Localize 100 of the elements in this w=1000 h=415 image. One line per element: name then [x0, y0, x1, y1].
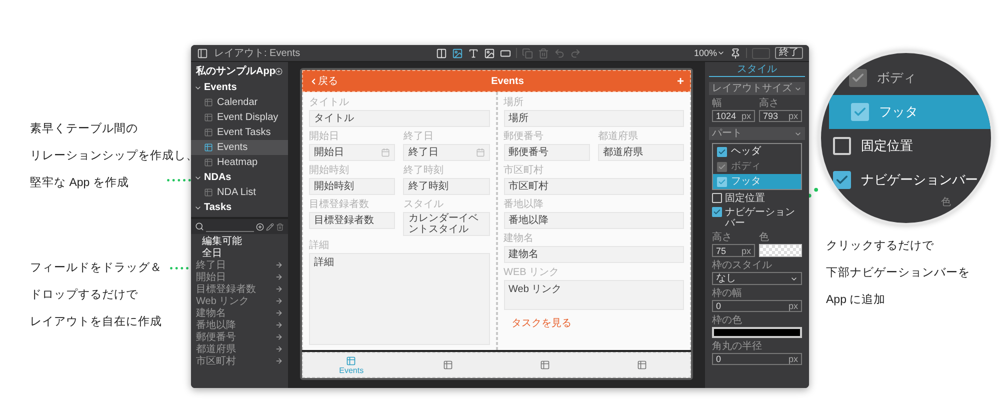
parts-item[interactable]: ヘッダ — [713, 144, 801, 159]
tree-group[interactable]: NDAs — [191, 170, 288, 185]
field-list-item[interactable]: 市区町村 — [196, 355, 283, 367]
field-value: タイトル — [314, 113, 354, 124]
input-field[interactable]: 793 px — [759, 110, 802, 122]
tree-group[interactable]: Tasks — [191, 200, 288, 215]
parts-item[interactable]: 固定位置 — [821, 129, 991, 163]
trash-icon[interactable] — [276, 222, 284, 230]
field-label: 開始日 — [309, 131, 340, 142]
input-field[interactable]: 場所 — [504, 110, 684, 127]
arrow-icon — [275, 285, 283, 293]
pencil-icon[interactable] — [266, 222, 274, 230]
field-label: 終了日 — [403, 131, 434, 142]
input-field[interactable]: 都道府県 — [598, 144, 684, 161]
input-field[interactable]: 終了時刻 — [403, 178, 490, 195]
parts-item[interactable]: ナビゲーションバー — [821, 163, 991, 197]
field-list-item[interactable]: 番地以降 — [196, 319, 283, 331]
chevron-icon — [309, 76, 318, 86]
tree-item[interactable]: Calendar — [191, 95, 288, 110]
callout-text: 堅牢な App を作成 — [30, 175, 130, 191]
input-field[interactable]: 開始日 — [309, 144, 396, 161]
field-value: 場所 — [508, 113, 528, 124]
section-header[interactable]: パート — [709, 127, 805, 140]
callout-text: 素早くテーブル間の — [30, 122, 139, 137]
pin-icon[interactable] — [730, 48, 741, 58]
input-field[interactable]: 建物名 — [504, 246, 684, 263]
table-icon — [204, 143, 213, 152]
sidebar-toggle-icon[interactable] — [197, 48, 208, 58]
input-field[interactable]: 目標登録者数 — [309, 212, 396, 229]
tree-item[interactable]: NDA List — [191, 185, 288, 200]
input-field[interactable]: 終了日 — [403, 144, 490, 161]
image-icon[interactable] — [452, 48, 463, 58]
field-label: 開始時刻 — [309, 165, 350, 176]
field-label: 郵便番号 — [504, 131, 544, 142]
checkbox[interactable] — [712, 207, 722, 217]
field-list-item[interactable]: 編集可能 — [196, 235, 283, 247]
checkbox[interactable] — [851, 103, 869, 121]
button-shape-icon[interactable] — [500, 48, 511, 58]
text-icon[interactable] — [468, 48, 479, 58]
input-field[interactable]: 開始時刻 — [309, 178, 396, 195]
calendar-icon — [476, 148, 484, 157]
arrow-icon — [275, 273, 283, 281]
field-list-item[interactable]: 終了日 — [196, 259, 283, 271]
search-icon[interactable] — [195, 222, 204, 231]
field-list-item[interactable]: Web リンク — [196, 295, 283, 307]
callout-text: フィールドをドラッグ＆ — [30, 261, 162, 276]
checkbox[interactable] — [833, 171, 851, 189]
field-value: 目標登録者数 — [314, 215, 374, 226]
zoom-dropdown[interactable]: 100% — [694, 48, 725, 58]
text-area[interactable]: Web リンク — [504, 280, 684, 310]
input-field[interactable]: 郵便番号 — [504, 144, 590, 161]
section-header[interactable]: レイアウトサイズ — [709, 82, 805, 95]
app-name: 私のサンプルApp — [196, 66, 276, 76]
field-list-item[interactable]: 都道府県 — [196, 343, 283, 355]
tree-item[interactable]: Event Display — [191, 110, 288, 125]
input-field[interactable]: 市区町村 — [504, 178, 684, 195]
input-field[interactable]: 1024 px — [712, 110, 755, 122]
color-swatch[interactable] — [712, 327, 802, 338]
field-list-item[interactable]: 目標登録者数 — [196, 283, 283, 295]
columns-icon[interactable] — [436, 48, 447, 58]
field-list-item[interactable]: 開始日 — [196, 271, 283, 283]
callout-text: App に追加 — [826, 292, 887, 308]
field-list-item[interactable]: 全日 — [196, 247, 283, 259]
input-field[interactable]: タイトル — [309, 110, 490, 127]
tree-item[interactable]: Events — [191, 140, 288, 155]
checkbox-label: ナビゲーションバー — [725, 207, 796, 229]
field-list-item[interactable]: 建物名 — [196, 307, 283, 319]
style-tab[interactable]: スタイル — [709, 62, 805, 77]
field-value: 市区町村 — [508, 181, 548, 192]
border-style-select[interactable]: なし — [712, 272, 802, 285]
arrow-icon — [275, 261, 283, 269]
field-list-item[interactable]: 郵便番号 — [196, 331, 283, 343]
table-icon — [204, 158, 213, 167]
add-icon[interactable] — [256, 222, 264, 230]
window-title: レイアウト: Events — [214, 48, 302, 58]
input-field[interactable]: 75 px — [712, 244, 755, 257]
checkbox[interactable] — [717, 146, 727, 156]
done-button[interactable]: 終了 — [775, 47, 803, 59]
caret-icon — [717, 49, 725, 57]
input-field[interactable]: カレンダーイベントスタイル — [403, 212, 490, 236]
tree-item[interactable]: Event Tasks — [191, 125, 288, 140]
arrow-icon — [275, 321, 283, 329]
input-field[interactable]: 番地以降 — [504, 212, 684, 229]
checkbox[interactable] — [717, 176, 727, 186]
table-icon — [204, 113, 213, 122]
input-field[interactable]: 0 px — [712, 300, 802, 312]
table-icon — [204, 98, 213, 107]
text-area[interactable]: 詳細 — [309, 253, 490, 345]
color-swatch[interactable] — [759, 244, 802, 257]
tree-group[interactable]: Events — [191, 80, 288, 95]
arrow-icon — [275, 297, 283, 305]
photo-icon[interactable] — [484, 48, 495, 58]
field-value: 開始時刻 — [314, 181, 354, 192]
input-field[interactable]: 0 px — [712, 353, 802, 365]
field-value: 終了時刻 — [408, 181, 448, 192]
field-value: カレンダーイベントスタイル — [408, 213, 480, 235]
field-label: 枠の色 — [712, 315, 743, 326]
add-icon[interactable] — [275, 66, 283, 76]
arrow-icon — [275, 357, 283, 365]
field-label: 高さ — [712, 232, 733, 243]
